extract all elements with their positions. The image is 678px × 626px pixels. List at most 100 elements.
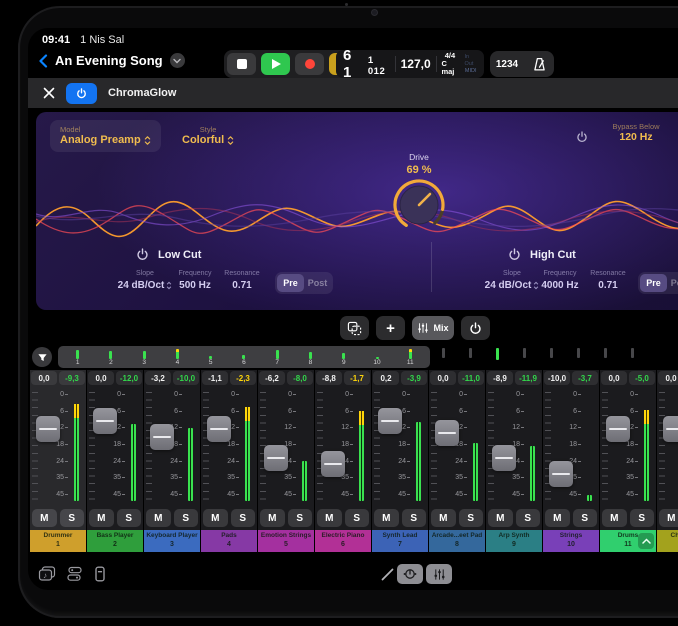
mixer-power-button[interactable] <box>461 316 490 340</box>
channel-name-tab[interactable]: Arcade...eet Pad 8 <box>429 530 485 552</box>
mute-button[interactable]: M <box>203 509 228 527</box>
peak-value[interactable]: -12,0 <box>116 371 142 385</box>
fader-track[interactable]: 061218243545 <box>372 388 428 507</box>
fader-track[interactable]: 061218243545 <box>30 388 86 507</box>
stop-button[interactable] <box>227 53 256 75</box>
channel-name-tab[interactable]: Pads 4 <box>201 530 257 552</box>
overview-track[interactable]: 2 <box>94 347 127 367</box>
overview-track[interactable]: 9 <box>327 347 360 367</box>
fader-handle[interactable] <box>663 416 678 442</box>
fader-track[interactable]: 061218243545 <box>315 388 371 507</box>
pre-button[interactable]: Pre <box>277 274 304 292</box>
fader-track[interactable]: 061218243545 <box>429 388 485 507</box>
channel-name-tab[interactable]: Chorus V 12 <box>657 530 678 552</box>
close-plugin-button[interactable] <box>43 87 55 99</box>
peak-value[interactable]: -5,0 <box>629 371 655 385</box>
song-menu-chevron-icon[interactable] <box>170 53 185 68</box>
overview-track-group[interactable]: 1234567891011 <box>58 346 430 368</box>
mixer-view-button[interactable] <box>426 564 452 584</box>
fader-handle[interactable] <box>321 451 345 477</box>
peak-value[interactable]: -9,3 <box>59 371 85 385</box>
style-selector[interactable]: Style Colorful <box>182 125 234 146</box>
fader-handle[interactable] <box>606 416 630 442</box>
bypass-below-control[interactable]: Bypass Below 120 Hz <box>594 122 678 143</box>
volume-value[interactable]: -8,8 <box>316 371 342 385</box>
peak-value[interactable]: -11,9 <box>515 371 541 385</box>
fader-tool-button[interactable] <box>94 566 106 582</box>
record-button[interactable] <box>295 53 324 75</box>
channel-name-tab[interactable]: Drums 11 <box>600 530 656 552</box>
solo-button[interactable]: S <box>630 509 655 527</box>
mute-button[interactable]: M <box>431 509 456 527</box>
peak-value[interactable]: -1,7 <box>344 371 370 385</box>
plugin-power-button[interactable] <box>66 83 97 104</box>
overview-track[interactable]: 5 <box>194 347 227 367</box>
fader-track[interactable]: 061218243545 <box>600 388 656 507</box>
channel-name-tab[interactable]: Synth Lead 7 <box>372 530 428 552</box>
drive-knob[interactable] <box>392 178 446 232</box>
filter-button[interactable] <box>32 347 52 367</box>
channel-name-tab[interactable]: Electric Piano 6 <box>315 530 371 552</box>
channel-name-tab[interactable]: Arp Synth 9 <box>486 530 542 552</box>
high-cut-resonance[interactable]: Resonance 0.71 <box>579 270 637 291</box>
plugins-button[interactable] <box>66 566 83 582</box>
volume-value[interactable]: -10,0 <box>544 371 570 385</box>
fader-handle[interactable] <box>549 461 573 487</box>
peak-value[interactable]: -10,0 <box>173 371 199 385</box>
high-cut-power-icon[interactable] <box>508 248 521 261</box>
solo-button[interactable]: S <box>402 509 427 527</box>
mute-button[interactable]: M <box>89 509 114 527</box>
overview-track[interactable]: 6 <box>227 347 260 367</box>
volume-value[interactable]: -1,1 <box>202 371 228 385</box>
volume-value[interactable]: -3,2 <box>145 371 171 385</box>
peak-value[interactable]: -2,3 <box>230 371 256 385</box>
overview-track[interactable]: 3 <box>128 347 161 367</box>
volume-value[interactable]: 0,0 <box>430 371 456 385</box>
mute-button[interactable]: M <box>659 509 678 527</box>
controls-view-button[interactable] <box>397 564 423 584</box>
fader-handle[interactable] <box>264 445 288 471</box>
fader-track[interactable]: 061218243545 <box>144 388 200 507</box>
peak-value[interactable]: -3,7 <box>572 371 598 385</box>
pre-button[interactable]: Pre <box>640 274 667 292</box>
model-selector[interactable]: Model Analog Preamp <box>50 120 161 152</box>
song-title[interactable]: An Evening Song <box>55 53 163 68</box>
peak-value[interactable]: -8,0 <box>287 371 313 385</box>
mute-button[interactable]: M <box>488 509 513 527</box>
post-button[interactable]: Post <box>304 274 331 292</box>
fader-handle[interactable] <box>378 408 402 434</box>
volume-value[interactable]: 0,0 <box>88 371 114 385</box>
fader-handle[interactable] <box>93 408 117 434</box>
post-button[interactable]: Post <box>667 274 678 292</box>
solo-button[interactable]: S <box>60 509 85 527</box>
peak-value[interactable]: -11,0 <box>458 371 484 385</box>
fader-track[interactable]: 061218243545 <box>543 388 599 507</box>
pencil-tool-button[interactable] <box>380 567 395 582</box>
fader-handle[interactable] <box>207 416 231 442</box>
solo-button[interactable]: S <box>288 509 313 527</box>
solo-button[interactable]: S <box>345 509 370 527</box>
fader-track[interactable]: 061218243545 <box>657 388 678 507</box>
solo-button[interactable]: S <box>516 509 541 527</box>
duplicate-button[interactable] <box>340 316 369 340</box>
fader-handle[interactable] <box>492 445 516 471</box>
mute-button[interactable]: M <box>545 509 570 527</box>
fader-handle[interactable] <box>435 420 459 446</box>
overview-track[interactable]: 4 <box>161 347 194 367</box>
channel-name-tab[interactable]: Keyboard Player 3 <box>144 530 200 552</box>
volume-value[interactable]: 0,0 <box>601 371 627 385</box>
metronome-button[interactable] <box>524 51 554 77</box>
play-button[interactable] <box>261 53 290 75</box>
mute-button[interactable]: M <box>374 509 399 527</box>
channel-name-tab[interactable]: Strings 10 <box>543 530 599 552</box>
volume-value[interactable]: 0,0 <box>31 371 57 385</box>
peak-value[interactable]: -3,9 <box>401 371 427 385</box>
solo-button[interactable]: S <box>117 509 142 527</box>
lcd-display[interactable]: 6 1 1 012 127,0 4/4 C maj In Out MIDI <box>336 50 484 78</box>
volume-value[interactable]: 0,0 <box>658 371 678 385</box>
mute-button[interactable]: M <box>317 509 342 527</box>
overview-track[interactable]: 8 <box>294 347 327 367</box>
mute-button[interactable]: M <box>32 509 57 527</box>
channel-name-tab[interactable]: Drummer 1 <box>30 530 86 552</box>
volume-value[interactable]: -6,2 <box>259 371 285 385</box>
